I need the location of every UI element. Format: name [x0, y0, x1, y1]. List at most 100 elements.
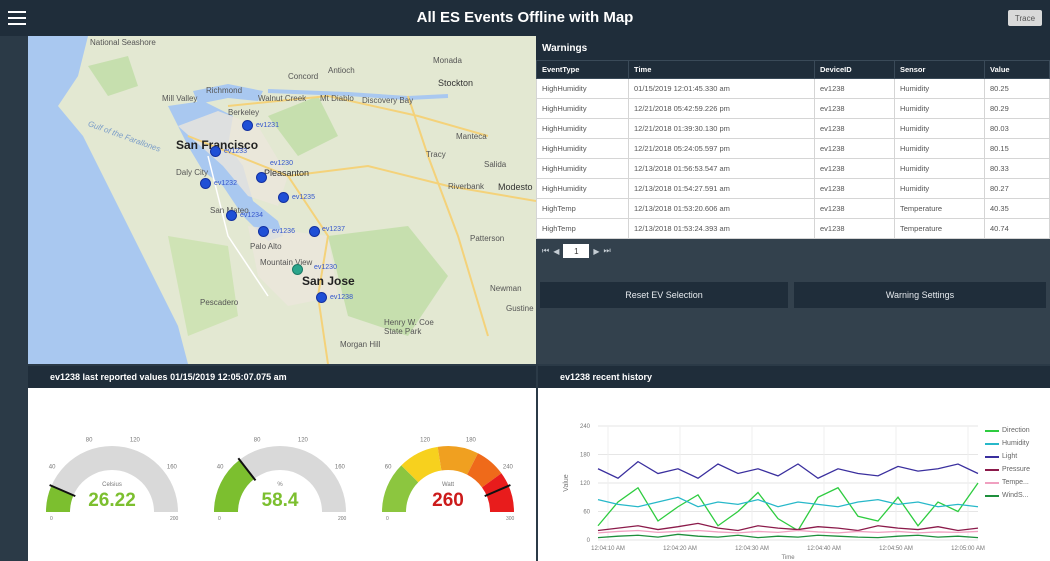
cell: ev1238	[814, 98, 895, 119]
dashboard: All ES Events Offline with Map Trace Nat…	[0, 0, 1050, 561]
legend-item[interactable]: WindS...	[985, 489, 1030, 502]
gauge-tick-label: 120	[420, 438, 431, 444]
cell: Humidity	[894, 138, 985, 159]
map-marker[interactable]	[242, 120, 253, 131]
cell: HighTemp	[536, 218, 629, 239]
map-marker[interactable]	[309, 226, 320, 237]
series-line-winds	[597, 533, 979, 539]
map-marker-label: ev1237	[322, 226, 345, 233]
cell: 12/21/2018 05:42:59.226 pm	[628, 98, 815, 119]
map-label-monada: Monada	[433, 56, 462, 65]
last-page-icon[interactable]: ⏭	[604, 246, 611, 256]
map-label-gustine: Gustine	[506, 304, 534, 313]
map-marker[interactable]	[226, 210, 237, 221]
first-page-icon[interactable]: ⏮	[542, 246, 549, 256]
series-line-tempe	[597, 529, 979, 534]
top-bar: All ES Events Offline with Map Trace	[0, 0, 1050, 36]
cell: HighHumidity	[536, 178, 629, 199]
history-line-chart: 0 60 120 180 240 12:04:10 AM 12:04:20 AM 12:04:…	[563, 424, 985, 561]
map-marker-selected[interactable]	[292, 264, 303, 275]
gauge-tick-label: 60	[385, 465, 392, 471]
cell: ev1238	[814, 178, 895, 199]
map-label-salida: Salida	[484, 160, 507, 169]
map-label-henry-coe: Henry W. Coe State Park	[384, 318, 434, 336]
map-label-pleasanton: Pleasanton	[264, 168, 310, 178]
y-axis-label: Value	[563, 474, 570, 491]
column-header-time[interactable]: Time	[628, 60, 815, 79]
column-header-eventtype[interactable]: EventType	[536, 60, 629, 79]
map-label-mountain-view: Mountain View	[260, 258, 313, 267]
legend-item[interactable]: Light	[985, 450, 1030, 463]
legend-item[interactable]: Tempe...	[985, 476, 1030, 489]
y-tick-label: 60	[583, 510, 590, 516]
table-row[interactable]: HighHumidity 12/21/2018 05:42:59.226 pm ev…	[536, 98, 1050, 119]
x-tick-label: 12:05:00 AM	[951, 546, 985, 552]
map-label-pescadero: Pescadero	[200, 298, 239, 307]
y-tick-label: 120	[580, 481, 591, 487]
map-label-concord: Concord	[288, 72, 319, 81]
legend-item[interactable]: Humidity	[985, 437, 1030, 450]
x-axis-label: Time	[781, 555, 795, 561]
cell: Humidity	[894, 158, 985, 179]
series-line-light	[597, 460, 979, 480]
legend-item[interactable]: Direction	[985, 424, 1030, 437]
page-number-field[interactable]: 1	[563, 244, 590, 258]
column-header-sensor[interactable]: Sensor	[894, 60, 985, 79]
prev-page-icon[interactable]: ◀	[553, 247, 559, 256]
cell: HighHumidity	[536, 118, 629, 139]
map-label-newman: Newman	[490, 284, 522, 293]
reset-ev-selection-button[interactable]: Reset EV Selection	[540, 282, 788, 308]
legend-swatch	[985, 494, 999, 497]
cell: 80.03	[984, 118, 1050, 139]
cell: 12/21/2018 05:24:05.597 pm	[628, 138, 815, 159]
map-marker-label: ev1238	[330, 294, 353, 301]
cell: ev1238	[814, 78, 895, 99]
last-values-panel: ev1238 last reported values 01/15/2019 1…	[28, 366, 536, 561]
map-label-stockton: Stockton	[438, 78, 474, 88]
cell: Humidity	[894, 98, 985, 119]
map-marker-label: ev1234	[240, 212, 263, 219]
warning-settings-button[interactable]: Warning Settings	[794, 282, 1046, 308]
map-marker[interactable]	[316, 292, 327, 303]
cell: 12/13/2018 01:56:53.547 am	[628, 158, 815, 179]
map-marker[interactable]	[278, 192, 289, 203]
trace-button[interactable]: Trace	[1008, 10, 1042, 26]
table-row[interactable]: HighHumidity 12/21/2018 01:39:30.130 pm ev…	[536, 118, 1050, 139]
map-label-modesto: Modesto	[498, 182, 533, 192]
legend-label: Humidity	[1002, 440, 1030, 447]
map-label-mt-diablo: Mt Diablo	[320, 94, 354, 103]
table-row[interactable]: HighTemp 12/13/2018 01:53:24.393 am ev1238…	[536, 218, 1050, 239]
series-line-humidity	[597, 496, 979, 508]
cell: HighHumidity	[536, 78, 629, 99]
cell: ev1238	[814, 118, 895, 139]
map-marker[interactable]	[256, 172, 267, 183]
cell: Humidity	[894, 78, 985, 99]
cell: 12/13/2018 01:53:20.606 am	[628, 198, 815, 219]
table-row[interactable]: HighHumidity 12/13/2018 01:54:27.591 am ev…	[536, 178, 1050, 199]
table-row[interactable]: HighHumidity 12/13/2018 01:56:53.547 am ev…	[536, 158, 1050, 179]
map-marker-label: ev1230	[270, 160, 293, 167]
table-row[interactable]: HighHumidity 01/15/2019 12:01:45.330 am ev…	[536, 78, 1050, 99]
map-marker[interactable]	[210, 146, 221, 157]
table-row[interactable]: HighTemp 12/13/2018 01:53:20.606 am ev1238…	[536, 198, 1050, 219]
map-view[interactable]: National Seashore Concord Antioch Stockt…	[28, 36, 536, 364]
map-marker[interactable]	[258, 226, 269, 237]
recent-history-title: ev1238 recent history	[538, 366, 1050, 388]
table-row[interactable]: HighHumidity 12/21/2018 05:24:05.597 pm ev…	[536, 138, 1050, 159]
map-marker[interactable]	[200, 178, 211, 189]
cell: 80.29	[984, 98, 1050, 119]
map-label-seashore: National Seashore	[90, 38, 156, 47]
map-label-walnut-creek: Walnut Creek	[258, 94, 307, 103]
map-label-san-jose: San Jose	[302, 274, 355, 288]
table-header-row: EventType Time DeviceID Sensor Value	[536, 60, 1050, 79]
legend-label: Direction	[1002, 427, 1030, 434]
next-page-icon[interactable]: ▶	[593, 247, 599, 256]
last-values-title: ev1238 last reported values 01/15/2019 1…	[28, 366, 536, 388]
column-header-deviceid[interactable]: DeviceID	[814, 60, 895, 79]
legend-label: WindS...	[1002, 492, 1029, 499]
legend-label: Tempe...	[1002, 479, 1029, 486]
column-header-value[interactable]: Value	[984, 60, 1050, 79]
gauge-max-label: 300	[506, 516, 515, 522]
gauge-value: 260	[432, 490, 464, 511]
legend-item[interactable]: Pressure	[985, 463, 1030, 476]
